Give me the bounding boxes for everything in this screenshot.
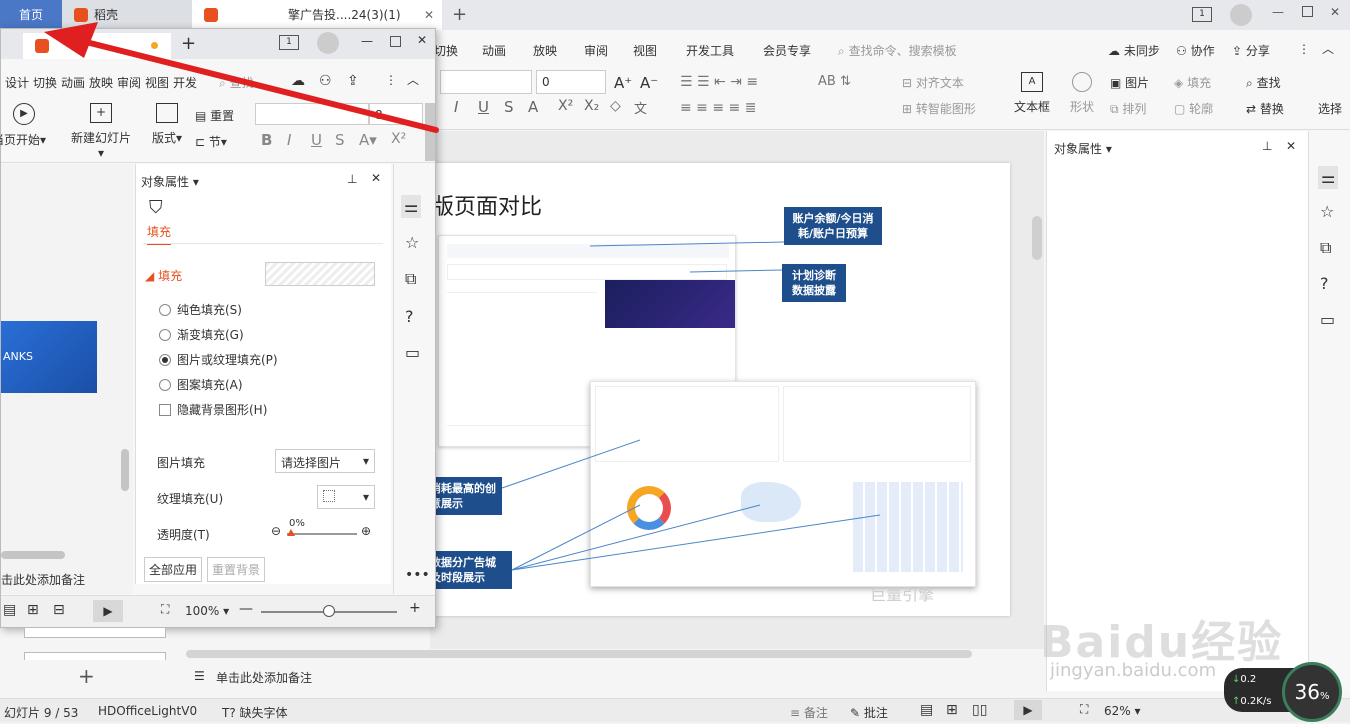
network-percent: 36 [1294,680,1320,704]
network-gauge[interactable]: 36% [1282,662,1342,722]
network-percent-unit: % [1319,691,1330,702]
baidu-url: jingyan.baidu.com [1050,660,1217,681]
network-up-unit: K/s [1256,696,1272,707]
network-up-value: 0.2 [1240,696,1257,707]
network-down-value: 0.2 [1240,674,1257,685]
network-down: ↓0.2 [1232,674,1256,685]
network-up: ↑0.2K/s [1232,696,1271,707]
